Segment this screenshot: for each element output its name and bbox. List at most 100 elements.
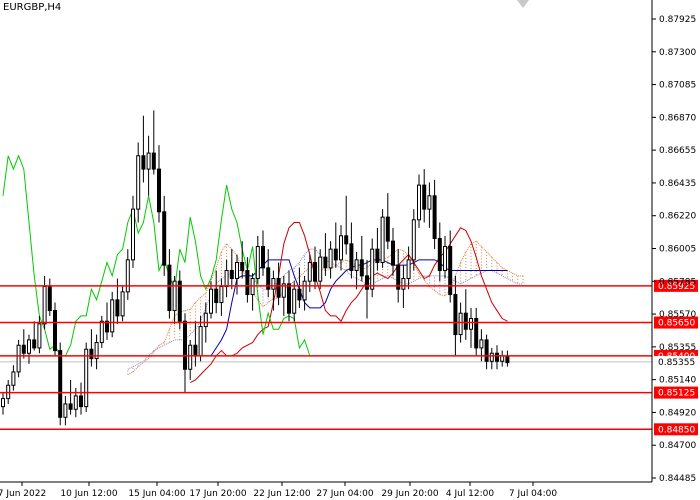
candle <box>474 307 479 356</box>
ichimoku-lines <box>2 154 508 384</box>
candle <box>53 302 57 356</box>
candle <box>219 278 224 316</box>
candle-body-bull <box>427 195 432 210</box>
candle <box>79 382 83 415</box>
candle <box>261 230 265 276</box>
candle-body-bull <box>443 245 447 272</box>
candle-body-bull <box>489 352 494 362</box>
candle-body-bull <box>73 395 78 410</box>
candle-body-bear <box>167 264 172 312</box>
candle <box>183 313 187 394</box>
candle-body-bull <box>380 216 385 264</box>
time-tick-label: 22 Jun 12:00 <box>253 489 310 499</box>
candle <box>157 145 161 223</box>
candle-body-bear <box>287 283 291 314</box>
candle-body-bear <box>323 256 328 269</box>
candle <box>68 379 73 415</box>
candle-body-bull <box>318 256 323 282</box>
time-tick-label: 4 Jul 12:00 <box>446 489 495 499</box>
candle <box>313 246 317 290</box>
candle-body-bull <box>292 288 297 314</box>
candle <box>333 222 338 268</box>
candle-body-bull <box>235 262 239 280</box>
price-tick-label: 0.84920 <box>659 408 696 418</box>
candle <box>287 270 291 322</box>
candle <box>224 259 229 298</box>
chart-window[interactable]: EURGBP,H4 0.859250.856500.854000.851250.… <box>0 0 700 500</box>
price-tick-label: 0.87300 <box>659 48 696 58</box>
chart-shift-marker-icon[interactable] <box>517 0 529 8</box>
candle <box>47 278 52 316</box>
candle-body-bull <box>146 152 151 170</box>
candle-body-bear <box>261 245 265 269</box>
candle-body-bull <box>125 259 130 293</box>
candle-body-bull <box>406 259 411 280</box>
candle-body-bull <box>354 259 359 272</box>
candle <box>344 195 349 255</box>
candle <box>255 235 260 284</box>
candle <box>250 273 255 311</box>
candle-body-bull <box>500 355 505 362</box>
candle <box>380 209 385 268</box>
candle <box>1 393 5 415</box>
price-tick-label: 0.84700 <box>659 441 696 451</box>
candle-body-bull <box>16 344 21 373</box>
candle <box>281 275 286 316</box>
price-tick-label: 0.86220 <box>659 212 696 222</box>
candle-body-bull <box>307 262 312 282</box>
candle <box>396 249 401 303</box>
candle <box>99 315 104 348</box>
candle <box>21 329 26 359</box>
candle <box>391 227 395 276</box>
candle <box>120 286 125 322</box>
candle-body-bull <box>203 312 208 328</box>
candle <box>489 347 494 370</box>
candle-body-bear <box>437 237 442 272</box>
candle <box>167 249 172 319</box>
candle-body-bull <box>479 339 484 349</box>
candle-body-bear <box>47 286 52 312</box>
candle-body-bear <box>422 184 427 210</box>
candle-body-bear <box>229 270 234 280</box>
candle <box>235 254 239 295</box>
candle-body-bull <box>198 326 203 357</box>
candle <box>94 334 99 370</box>
candle-body-bear <box>463 312 468 330</box>
candle-body-bear <box>79 395 83 408</box>
candle-body-bear <box>68 403 73 410</box>
candle <box>463 289 468 340</box>
candle <box>365 259 369 319</box>
candle <box>63 395 68 426</box>
candle-body-bull <box>63 403 68 418</box>
candle <box>469 307 473 348</box>
candle <box>37 315 42 354</box>
candle <box>375 227 380 271</box>
candle-body-bear <box>391 240 395 266</box>
candle <box>11 365 16 391</box>
candle-body-bear <box>162 211 167 266</box>
candle <box>162 195 167 276</box>
candle <box>146 135 151 196</box>
candle-body-bull <box>27 339 31 354</box>
candle-body-bear <box>21 344 26 354</box>
candle-body-bear <box>375 248 380 264</box>
price-chart-canvas[interactable]: 0.859250.856500.854000.851250.848500.853… <box>0 0 700 500</box>
candle <box>58 342 63 426</box>
candle <box>500 350 505 367</box>
candle-body-bear <box>365 275 369 290</box>
candle <box>266 249 271 298</box>
time-tick-label: 7 Jul 04:00 <box>509 489 558 499</box>
candle-body-bear <box>349 243 354 272</box>
axes: 0.87925 0.87300 0.87085 0.86870 0.86655 0.864… <box>0 0 696 499</box>
candle <box>136 142 141 223</box>
candle <box>89 329 94 367</box>
candle-body-bear <box>448 245 453 296</box>
candle-body-bull <box>469 318 473 330</box>
candle-body-bear <box>193 344 198 357</box>
candle <box>188 339 193 380</box>
price-tick-label: 0.85570 <box>659 310 696 320</box>
time-tick-label: 29 Jun 20:00 <box>381 489 438 499</box>
candle-body-bear <box>157 168 161 213</box>
candle-body-bull <box>1 398 5 408</box>
candle-body-bear <box>214 288 219 304</box>
